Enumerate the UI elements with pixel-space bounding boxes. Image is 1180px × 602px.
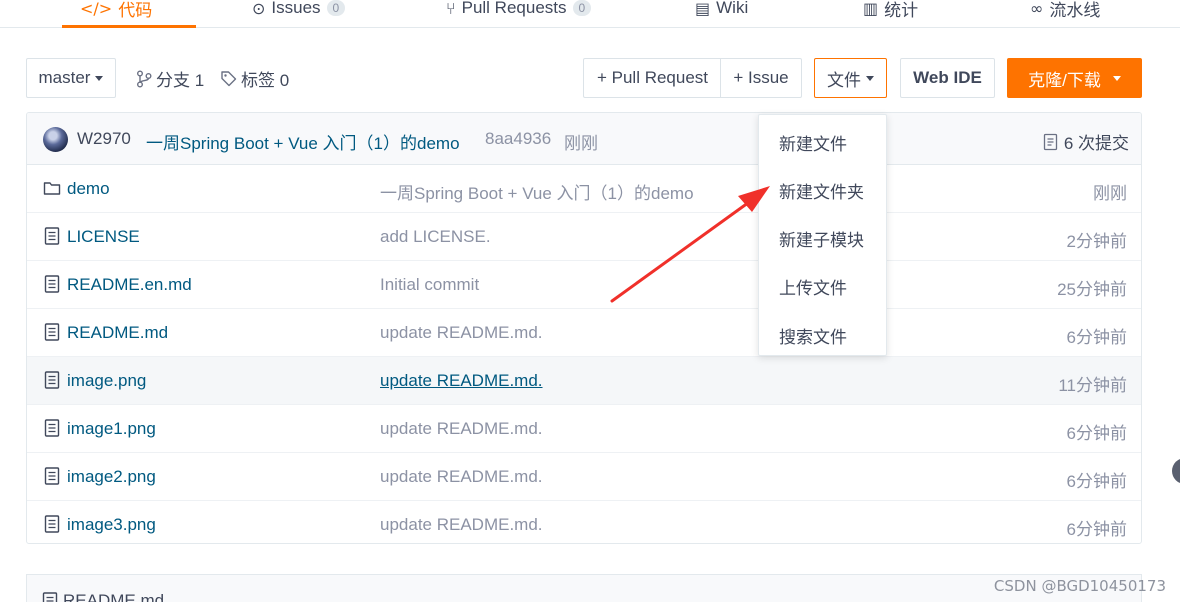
annotation-arrow-icon: [610, 186, 770, 303]
file-icon: [42, 592, 58, 602]
watermark: CSDN @BGD10450173: [993, 577, 1166, 595]
readme-title: README.md: [63, 591, 165, 602]
readme-header: README.md: [41, 591, 164, 602]
readme-panel: README.md: [26, 574, 1142, 602]
